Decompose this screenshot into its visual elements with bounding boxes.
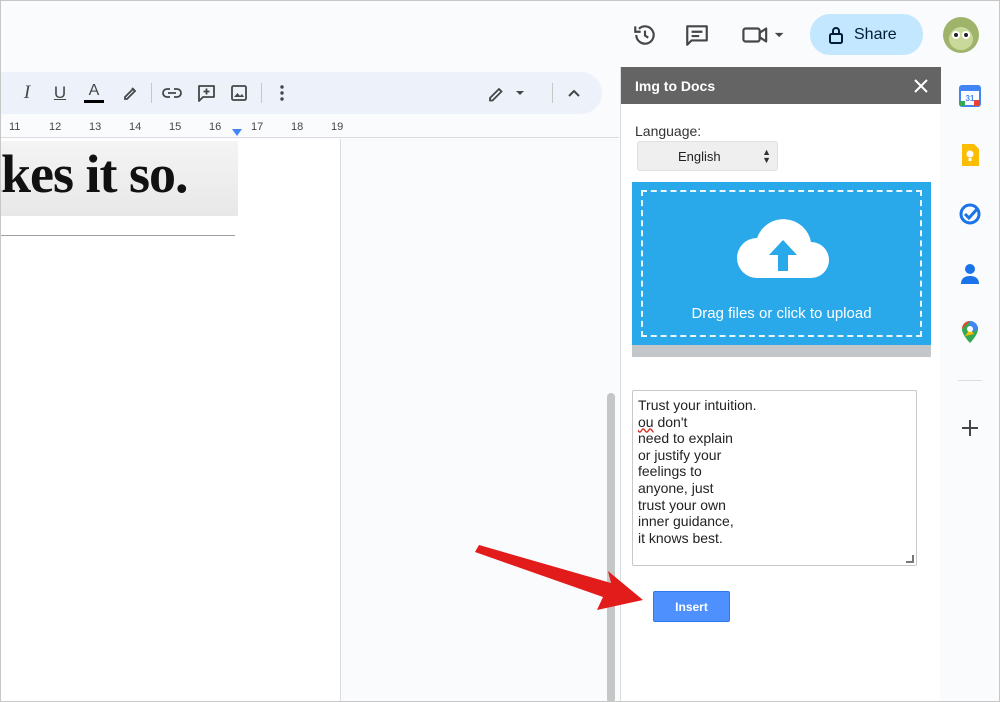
horizontal-rule	[1, 235, 235, 236]
insert-button[interactable]: Insert	[653, 591, 730, 622]
ruler-number: 18	[291, 121, 304, 133]
text-color-icon[interactable]: A	[82, 81, 106, 105]
select-arrows-icon: ▲ ▼	[762, 147, 771, 165]
ocr-line: inner guidance,	[638, 513, 734, 530]
upload-progress-bar	[632, 345, 931, 357]
ruler-number: 11	[9, 121, 21, 133]
ruler: 11 12 13 14 15 16 17 18 19	[1, 116, 619, 138]
svg-text:31: 31	[966, 94, 975, 103]
ruler-number: 14	[129, 121, 142, 133]
underline-icon[interactable]: U	[48, 81, 72, 105]
ocr-line: feelings to	[638, 463, 702, 480]
ruler-number: 16	[209, 121, 222, 133]
misspelled-word: ou	[638, 413, 654, 430]
avatar[interactable]	[943, 17, 979, 53]
red-arrow-annotation	[475, 545, 643, 610]
video-call-icon[interactable]	[739, 19, 789, 51]
addon-sidebar: Img to Docs Language: English ▲ ▼ Drag fi…	[620, 67, 941, 701]
language-value: English	[678, 148, 721, 164]
addon-title: Img to Docs	[635, 77, 716, 94]
collapse-icon[interactable]	[562, 81, 586, 105]
addon-header: Img to Docs	[621, 67, 941, 104]
cloud-upload-icon	[737, 219, 829, 278]
upload-dropzone[interactable]: Drag files or click to upload	[632, 182, 931, 345]
editing-mode-icon[interactable]	[486, 81, 526, 105]
document-image[interactable]: akes it so.	[1, 141, 238, 216]
resize-handle-icon[interactable]	[906, 555, 914, 563]
upload-border: Drag files or click to upload	[641, 190, 922, 337]
ocr-line: need to explain	[638, 430, 733, 447]
italic-icon[interactable]: I	[15, 81, 39, 105]
ruler-number: 12	[49, 121, 62, 133]
more-options-icon[interactable]	[270, 81, 294, 105]
add-icon[interactable]	[959, 417, 981, 439]
share-label: Share	[854, 25, 897, 43]
history-icon[interactable]	[629, 19, 661, 51]
ocr-line: or justify your	[638, 446, 722, 463]
ruler-number: 17	[251, 121, 264, 133]
lock-icon	[829, 26, 843, 44]
ruler-number: 19	[331, 121, 344, 133]
insert-label: Insert	[675, 599, 708, 614]
language-label: Language:	[635, 123, 702, 139]
app-window: Share I U A 11 12 13 14 15 16 17 18 19 k…	[0, 0, 1000, 702]
ocr-line: Trust your intuition.	[638, 397, 757, 413]
insert-image-icon[interactable]	[227, 81, 251, 105]
highlight-icon[interactable]	[118, 81, 142, 105]
upload-text: Drag files or click to upload	[691, 305, 872, 322]
calendar-icon[interactable]: 31	[959, 85, 981, 107]
tasks-icon[interactable]	[959, 203, 981, 225]
contacts-icon[interactable]	[959, 263, 981, 285]
share-button[interactable]: Share	[810, 14, 923, 55]
language-select[interactable]: English ▲ ▼	[637, 141, 778, 171]
ocr-line: anyone, just	[638, 479, 714, 496]
document-page[interactable]	[1, 139, 341, 701]
formatting-toolbar: I U A	[1, 72, 602, 114]
link-icon[interactable]	[160, 81, 184, 105]
add-comment-icon[interactable]	[194, 81, 218, 105]
ocr-line: trust your own	[638, 496, 726, 513]
ocr-line: ou don't	[638, 413, 688, 430]
comment-icon[interactable]	[681, 19, 713, 51]
ocr-result-textarea[interactable]: Trust your intuition. ou don't need to exp…	[632, 390, 917, 566]
image-text: akes it so.	[1, 144, 189, 204]
rail-divider	[958, 380, 982, 381]
ruler-number: 15	[169, 121, 182, 133]
ocr-line: it knows best.	[638, 529, 723, 546]
close-icon[interactable]	[911, 76, 931, 96]
ruler-number: 13	[89, 121, 102, 133]
maps-icon[interactable]	[959, 321, 981, 343]
indent-marker[interactable]	[232, 129, 242, 136]
keep-icon[interactable]	[959, 144, 981, 166]
